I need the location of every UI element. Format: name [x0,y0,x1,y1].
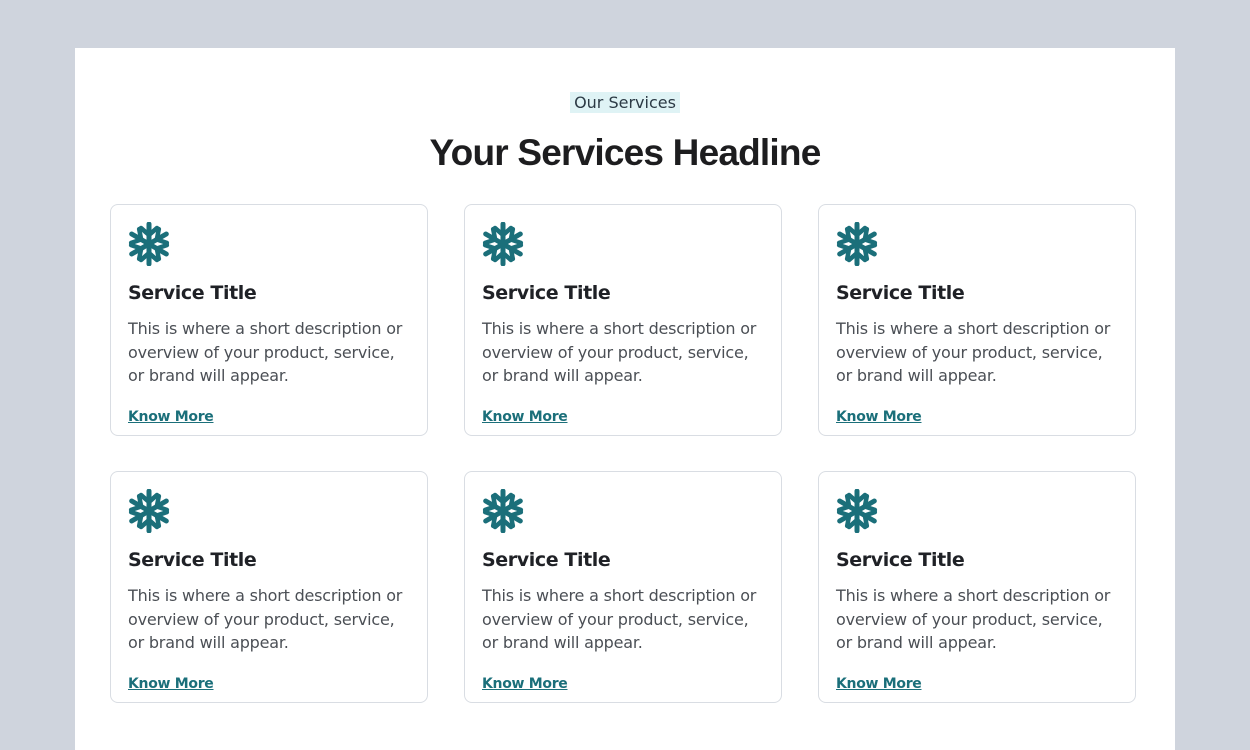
know-more-link[interactable]: Know More [128,675,214,693]
service-card: Service Title This is where a short desc… [464,204,782,436]
service-title: Service Title [482,282,611,304]
service-description: This is where a short description or ove… [836,586,1111,652]
service-card: Service Title This is where a short desc… [818,471,1136,703]
snowflake-icon [835,489,879,533]
eyebrow-wrapper: Our Services [75,92,1175,113]
snowflake-icon [127,222,171,266]
service-card: Service Title This is where a short desc… [818,204,1136,436]
service-title: Service Title [128,549,257,571]
service-card: Service Title This is where a short desc… [464,471,782,703]
service-description: This is where a short description or ove… [482,319,757,385]
know-more-link[interactable]: Know More [482,675,568,693]
section-eyebrow: Our Services [570,92,680,113]
services-grid: Service Title This is where a short desc… [110,204,1136,703]
service-title: Service Title [836,549,965,571]
know-more-link[interactable]: Know More [482,408,568,426]
snowflake-icon [127,489,171,533]
service-title: Service Title [836,282,965,304]
section-headline: Your Services Headline [429,132,822,173]
know-more-link[interactable]: Know More [836,408,922,426]
know-more-link[interactable]: Know More [128,408,214,426]
service-description: This is where a short description or ove… [128,319,403,385]
snowflake-icon [481,489,525,533]
service-description: This is where a short description or ove… [128,586,403,652]
snowflake-icon [835,222,879,266]
know-more-link[interactable]: Know More [836,675,922,693]
services-section: Our Services Your Services Headline Serv… [75,48,1175,750]
service-description: This is where a short description or ove… [836,319,1111,385]
service-card: Service Title This is where a short desc… [110,471,428,703]
service-card: Service Title This is where a short desc… [110,204,428,436]
snowflake-icon [481,222,525,266]
service-title: Service Title [128,282,257,304]
service-description: This is where a short description or ove… [482,586,757,652]
service-title: Service Title [482,549,611,571]
